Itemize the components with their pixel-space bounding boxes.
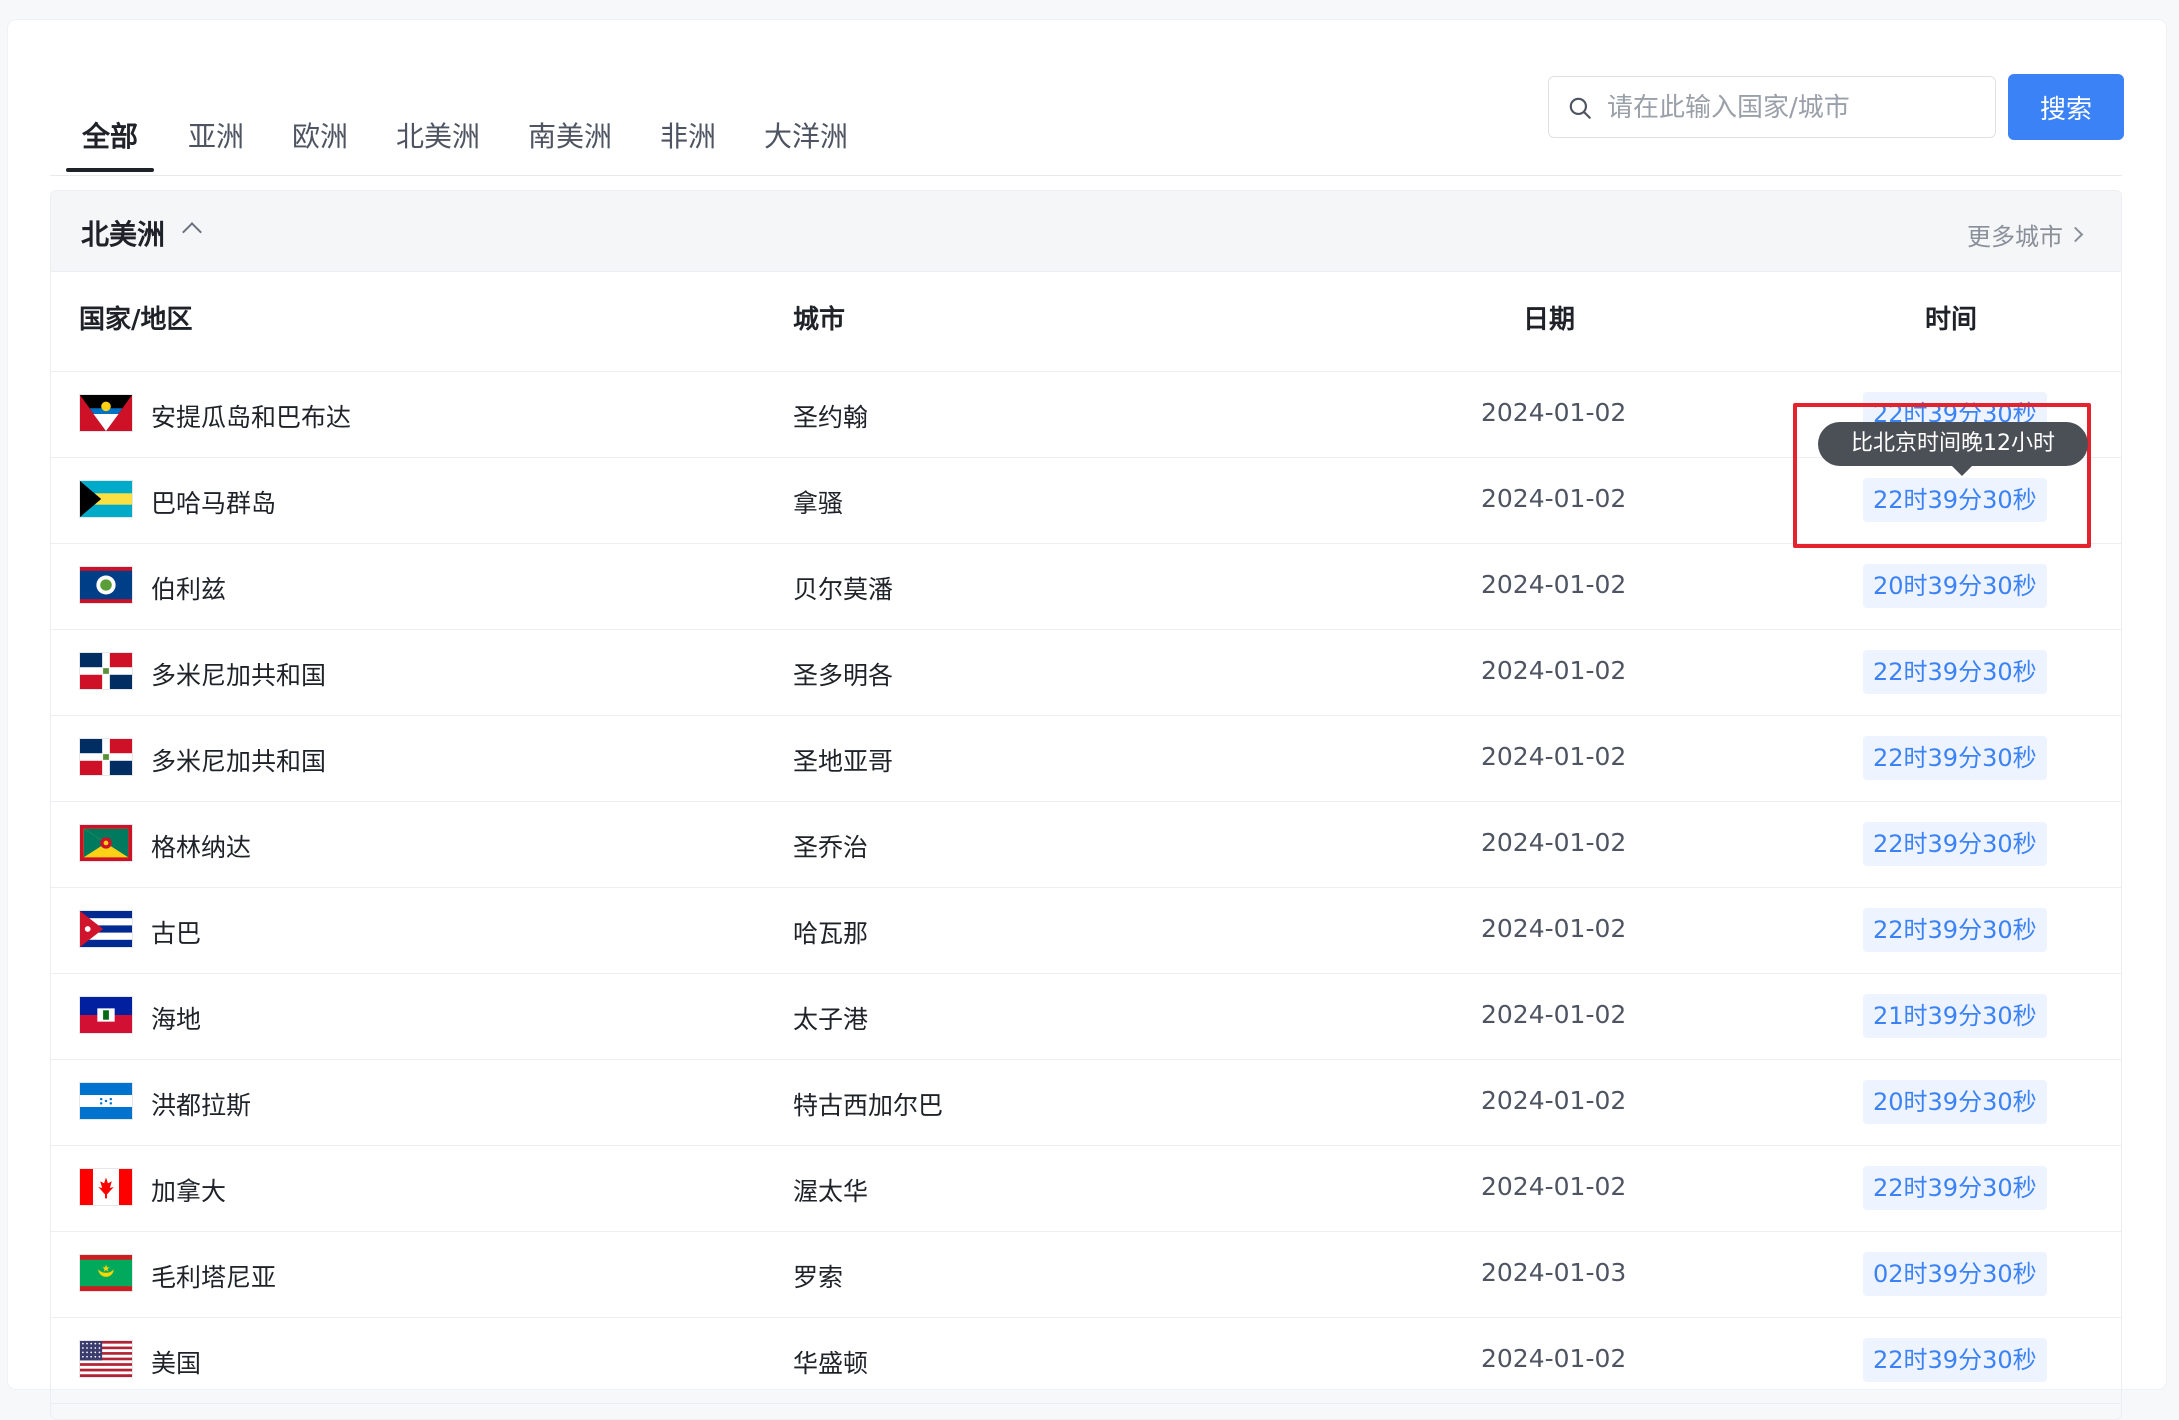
page: 全部 亚洲 欧洲 北美洲 南美洲 非洲 大洋洲 搜索 北美洲 更多城市 国家/地… bbox=[8, 20, 2166, 1420]
panel-header: 北美洲 更多城市 bbox=[51, 191, 2121, 272]
date-value: 2024-01-02 bbox=[1481, 570, 1627, 599]
panel-title: 北美洲 bbox=[81, 218, 166, 251]
bahamas-flag-icon bbox=[79, 480, 133, 518]
date-value: 2024-01-02 bbox=[1481, 1172, 1627, 1201]
tab-north-america[interactable]: 北美洲 bbox=[396, 115, 480, 155]
column-header-time: 时间 bbox=[1925, 305, 1978, 335]
country-name: 加拿大 bbox=[151, 1177, 227, 1206]
date-value: 2024-01-02 bbox=[1481, 484, 1627, 513]
city-name: 贝尔莫潘 bbox=[793, 575, 894, 604]
active-tab-indicator bbox=[66, 168, 154, 172]
city-name: 圣多明各 bbox=[793, 661, 894, 690]
tooltip-arrow bbox=[1952, 466, 1972, 476]
honduras-flag-icon bbox=[79, 1082, 133, 1120]
country-name: 伯利兹 bbox=[151, 575, 227, 604]
time-badge[interactable]: 22时39分30秒 bbox=[1863, 736, 2047, 780]
country-name: 多米尼加共和国 bbox=[151, 747, 327, 776]
tab-europe[interactable]: 欧洲 bbox=[292, 115, 348, 155]
date-value: 2024-01-02 bbox=[1481, 914, 1627, 943]
table-row: 洪都拉斯 特古西加尔巴 2024-01-02 20时39分30秒 bbox=[51, 1060, 2121, 1146]
search-input[interactable] bbox=[1605, 85, 1979, 131]
time-tooltip: 比北京时间晚12小时 bbox=[1818, 422, 2088, 466]
haiti-flag-icon bbox=[79, 996, 133, 1034]
table-row: 多米尼加共和国 圣多明各 2024-01-02 22时39分30秒 bbox=[51, 630, 2121, 716]
search-icon bbox=[1569, 97, 1591, 119]
time-badge[interactable]: 22时39分30秒 bbox=[1863, 1338, 2047, 1382]
country-name: 多米尼加共和国 bbox=[151, 661, 327, 690]
more-cities-link[interactable]: 更多城市 bbox=[1967, 217, 2063, 252]
city-name: 圣地亚哥 bbox=[793, 747, 894, 776]
table-row: 多米尼加共和国 圣地亚哥 2024-01-02 22时39分30秒 bbox=[51, 716, 2121, 802]
date-value: 2024-01-02 bbox=[1481, 1000, 1627, 1029]
time-badge[interactable]: 20时39分30秒 bbox=[1863, 564, 2047, 608]
table-row: 美国 华盛顿 2024-01-02 22时39分30秒 bbox=[51, 1318, 2121, 1404]
city-name: 哈瓦那 bbox=[793, 919, 869, 948]
date-value: 2024-01-03 bbox=[1481, 1258, 1627, 1287]
date-value: 2024-01-02 bbox=[1481, 1086, 1627, 1115]
column-header-city: 城市 bbox=[793, 305, 846, 335]
time-badge[interactable]: 22时39分30秒 bbox=[1863, 650, 2047, 694]
mauritania-flag-icon bbox=[79, 1254, 133, 1292]
city-name: 圣约翰 bbox=[793, 403, 869, 432]
grenada-flag-icon bbox=[79, 824, 133, 862]
date-value: 2024-01-02 bbox=[1481, 742, 1627, 771]
city-name: 圣乔治 bbox=[793, 833, 869, 862]
table-row: 格林纳达 圣乔治 2024-01-02 22时39分30秒 bbox=[51, 802, 2121, 888]
city-name: 特古西加尔巴 bbox=[793, 1091, 944, 1120]
search-button[interactable]: 搜索 bbox=[2008, 74, 2124, 140]
usa-flag-icon bbox=[79, 1340, 133, 1378]
city-name: 太子港 bbox=[793, 1005, 869, 1034]
tab-oceania[interactable]: 大洋洲 bbox=[764, 115, 848, 155]
country-name: 海地 bbox=[151, 1005, 202, 1034]
date-value: 2024-01-02 bbox=[1481, 398, 1627, 427]
country-name: 洪都拉斯 bbox=[151, 1091, 252, 1120]
city-name: 华盛顿 bbox=[793, 1349, 869, 1378]
country-name: 毛利塔尼亚 bbox=[151, 1263, 277, 1292]
tab-all[interactable]: 全部 bbox=[82, 115, 138, 155]
table-row: 毛利塔尼亚 罗索 2024-01-03 02时39分30秒 bbox=[51, 1232, 2121, 1318]
canada-flag-icon bbox=[79, 1168, 133, 1206]
date-value: 2024-01-02 bbox=[1481, 656, 1627, 685]
time-badge[interactable]: 22时39分30秒 bbox=[1863, 1166, 2047, 1210]
city-name: 罗索 bbox=[793, 1263, 844, 1292]
search-box bbox=[1548, 76, 1996, 138]
country-name: 美国 bbox=[151, 1349, 202, 1378]
date-value: 2024-01-02 bbox=[1481, 1344, 1627, 1373]
time-badge[interactable]: 20时39分30秒 bbox=[1863, 1080, 2047, 1124]
column-header-country: 国家/地区 bbox=[79, 305, 193, 335]
tab-south-america[interactable]: 南美洲 bbox=[528, 115, 612, 155]
tab-asia[interactable]: 亚洲 bbox=[188, 115, 244, 155]
dominican-flag-icon bbox=[79, 738, 133, 776]
time-badge[interactable]: 21时39分30秒 bbox=[1863, 994, 2047, 1038]
table-row: 古巴 哈瓦那 2024-01-02 22时39分30秒 bbox=[51, 888, 2121, 974]
antigua-flag-icon bbox=[79, 394, 133, 432]
belize-flag-icon bbox=[79, 566, 133, 604]
dominican-flag-icon bbox=[79, 652, 133, 690]
time-badge[interactable]: 22时39分30秒 bbox=[1863, 822, 2047, 866]
table-row: 伯利兹 贝尔莫潘 2024-01-02 20时39分30秒 bbox=[51, 544, 2121, 630]
country-name: 格林纳达 bbox=[151, 833, 252, 862]
city-name: 渥太华 bbox=[793, 1177, 869, 1206]
tab-africa[interactable]: 非洲 bbox=[660, 115, 716, 155]
country-name: 巴哈马群岛 bbox=[151, 489, 277, 518]
city-name: 拿骚 bbox=[793, 489, 844, 518]
country-name: 古巴 bbox=[151, 919, 202, 948]
time-badge[interactable]: 02时39分30秒 bbox=[1863, 1252, 2047, 1296]
cuba-flag-icon bbox=[79, 910, 133, 948]
region-panel: 北美洲 更多城市 国家/地区 城市 日期 时间 安提瓜岛和巴布达 圣约翰 202… bbox=[50, 190, 2122, 1420]
date-value: 2024-01-02 bbox=[1481, 828, 1627, 857]
table-row: 海地 太子港 2024-01-02 21时39分30秒 bbox=[51, 974, 2121, 1060]
column-header-date: 日期 bbox=[1523, 305, 1576, 335]
time-badge[interactable]: 22时39分30秒 bbox=[1863, 908, 2047, 952]
chevron-right-icon[interactable] bbox=[2067, 226, 2084, 243]
table-row: 加拿大 渥太华 2024-01-02 22时39分30秒 bbox=[51, 1146, 2121, 1232]
chevron-up-icon[interactable] bbox=[182, 222, 202, 242]
country-name: 安提瓜岛和巴布达 bbox=[151, 403, 352, 432]
